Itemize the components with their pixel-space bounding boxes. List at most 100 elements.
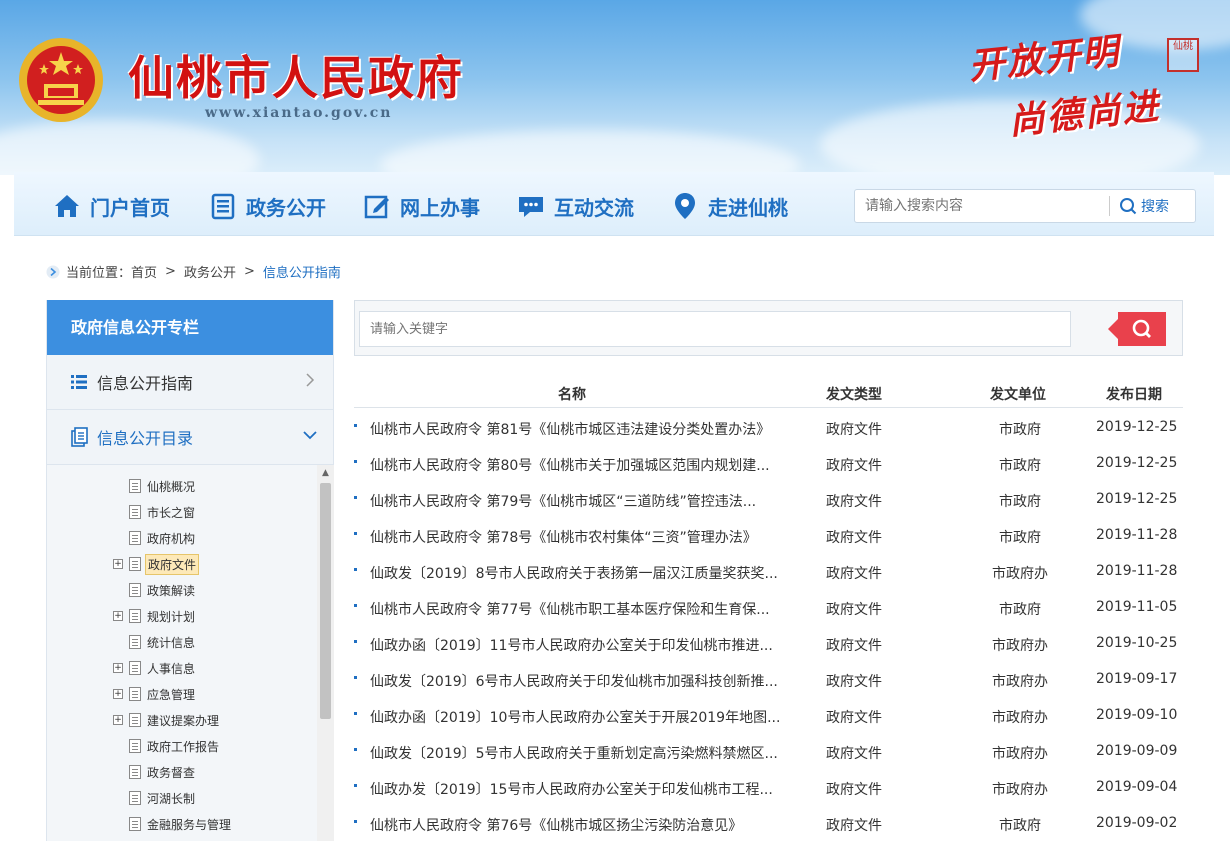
document-title-link[interactable]: 仙桃市人民政府令 第79号《仙桃市城区“三道防线”管控违法... [370,491,800,511]
breadcrumb-current[interactable]: 信息公开指南 [263,262,341,281]
document-title-link[interactable]: 仙政办函〔2019〕10号市人民政府办公室关于开展2019年地图... [370,707,800,727]
document-title-link[interactable]: 仙政办发〔2019〕15号市人民政府办公室关于印发仙桃市工程... [370,779,800,799]
tree-item-label: 人事信息 [147,661,196,676]
nav-home[interactable]: 门户首页 [52,190,170,222]
document-type: 政府文件 [826,530,882,546]
tree-scrollbar[interactable]: ▲ [317,465,334,841]
issuing-unit: 市政府 [999,818,1041,834]
sidebar-item-guide[interactable]: 信息公开指南 [47,355,333,410]
document-title-link[interactable]: 仙桃市人民政府令 第81号《仙桃市城区违法建设分类处置办法》 [370,419,800,439]
document-title-link[interactable]: 仙桃市人民政府令 第77号《仙桃市职工基本医疗保险和生育保... [370,599,800,619]
list-icon [71,375,87,389]
tree-item[interactable]: + 人事信息 [113,658,197,678]
expand-toggle[interactable]: + [113,559,123,569]
tree-item[interactable]: 河湖长制 [119,788,197,808]
bullet-icon [354,532,357,535]
keyword-search-bar [354,300,1183,356]
table-row: 仙桃市人民政府令 第80号《仙桃市关于加强城区范围内规划建... 政府文件 市政府 2… [354,446,1183,482]
tree-item[interactable]: 政府工作报告 [119,736,221,756]
site-search: 搜索 [854,189,1196,223]
expand-toggle[interactable]: + [113,715,123,725]
scrollbar-thumb[interactable] [320,483,331,719]
table-row: 仙桃市人民政府令 第81号《仙桃市城区违法建设分类处置办法》 政府文件 市政府 201… [354,410,1183,446]
sidebar-item-catalog[interactable]: 信息公开目录 [47,410,333,465]
document-type: 政府文件 [826,674,882,690]
scroll-up-icon[interactable]: ▲ [317,465,334,481]
tree-item[interactable]: 市长之窗 [119,502,197,522]
tree-item[interactable]: 政务督查 [119,762,197,782]
table-row: 仙政办函〔2019〕11号市人民政府办公室关于印发仙桃市推进... 政府文件 市政府… [354,626,1183,662]
breadcrumb: 当前位置： 首页 > 政务公开 > 信息公开指南 [46,262,341,281]
breadcrumb-gov-affairs[interactable]: 政务公开 [184,262,236,281]
cloud-decoration [0,120,260,175]
issuing-unit: 市政府 [999,602,1041,618]
document-title-link[interactable]: 仙政发〔2019〕6号市人民政府关于印发仙桃市加强科技创新推... [370,671,800,691]
tree-item-selected[interactable]: + 政府文件 [113,553,200,575]
nav-gov-affairs[interactable]: 政务公开 [208,190,326,222]
column-header-date: 发布日期 [1106,387,1162,403]
tree-item[interactable]: 政策解读 [119,580,197,600]
tree-item[interactable]: 金融服务与管理 [119,814,233,834]
document-title-link[interactable]: 仙政办函〔2019〕11号市人民政府办公室关于印发仙桃市推进... [370,635,800,655]
chevron-down-icon [303,431,317,440]
tree-item[interactable]: + 建议提案办理 [113,710,221,730]
nav-label: 政务公开 [246,195,326,220]
tree-item-label: 政府文件 [145,553,200,575]
expand-toggle[interactable]: + [113,663,123,673]
sidebar: 政府信息公开专栏 信息公开指南 信息公开目录 仙桃概况 市长之窗 政府机构 + 政… [46,300,334,841]
document-title-link[interactable]: 仙桃市人民政府令 第80号《仙桃市关于加强城区范围内规划建... [370,455,800,475]
document-title-link[interactable]: 仙桃市人民政府令 第78号《仙桃市农村集体“三资”管理办法》 [370,527,800,547]
nav-online-service[interactable]: 网上办事 [362,190,480,222]
nav-about-xiantao[interactable]: 走进仙桃 [670,190,788,222]
nav-interaction[interactable]: 互动交流 [516,190,634,222]
document-icon [129,687,141,701]
breadcrumb-home[interactable]: 首页 [131,262,157,281]
issuing-unit: 市政府办 [992,566,1048,582]
search-icon [1132,319,1151,338]
issuing-unit: 市政府办 [992,746,1048,762]
document-icon [129,505,141,519]
document-icon [129,557,141,571]
tree-item[interactable]: + 应急管理 [113,684,197,704]
document-icon [129,765,141,779]
sidebar-item-label: 信息公开指南 [97,374,194,393]
document-icon [129,739,141,753]
tree-item-label: 政府工作报告 [147,739,220,754]
publish-date: 2019-09-04 [1096,779,1178,795]
bullet-icon [354,748,357,751]
keyword-search-button[interactable] [1108,312,1166,346]
tree-item[interactable]: 统计信息 [119,632,197,652]
nav-label: 走进仙桃 [708,195,788,220]
main-nav: 门户首页 政务公开 网上办事 互动交流 走进仙桃 请输入搜索内容 搜索 [14,172,1214,236]
publish-date: 2019-09-02 [1096,815,1178,831]
expand-toggle[interactable]: + [113,611,123,621]
document-title-link[interactable]: 仙政发〔2019〕5号市人民政府关于重新划定高污染燃料禁燃区... [370,743,800,763]
bullet-icon [354,496,357,499]
slogan: 开放开明 尚德尚进 [967,30,1178,143]
bullet-icon [354,604,357,607]
publish-date: 2019-11-05 [1096,599,1178,615]
tree-item-label: 规划计划 [147,609,196,624]
keyword-input[interactable] [359,311,1071,347]
site-header: 仙桃市人民政府 www.xiantao.gov.cn 开放开明 尚德尚进 仙桃 [0,0,1230,175]
expand-toggle[interactable]: + [113,689,123,699]
tree-item[interactable]: + 规划计划 [113,606,197,626]
home-icon [55,195,79,217]
tree-item[interactable]: 仙桃概况 [119,476,197,496]
tree-item-label: 金融服务与管理 [147,817,232,832]
list-icon [211,193,235,220]
site-search-input[interactable] [855,190,1110,222]
publish-date: 2019-09-17 [1096,671,1178,687]
document-title-link[interactable]: 仙桃市人民政府令 第76号《仙桃市城区扬尘污染防治意见》 [370,815,800,835]
document-title-link[interactable]: 仙政发〔2019〕8号市人民政府关于表扬第一届汉江质量奖获奖... [370,563,800,583]
site-search-button[interactable]: 搜索 [1119,190,1169,222]
tree-item-label: 政策解读 [147,583,196,598]
publish-date: 2019-12-25 [1096,491,1178,507]
tree-item-label: 市长之窗 [147,505,196,520]
issuing-unit: 市政府办 [992,782,1048,798]
bullet-icon [354,640,357,643]
document-type: 政府文件 [826,782,882,798]
document-icon [129,531,141,545]
tree-item[interactable]: 政府机构 [119,528,197,548]
issuing-unit: 市政府 [999,494,1041,510]
